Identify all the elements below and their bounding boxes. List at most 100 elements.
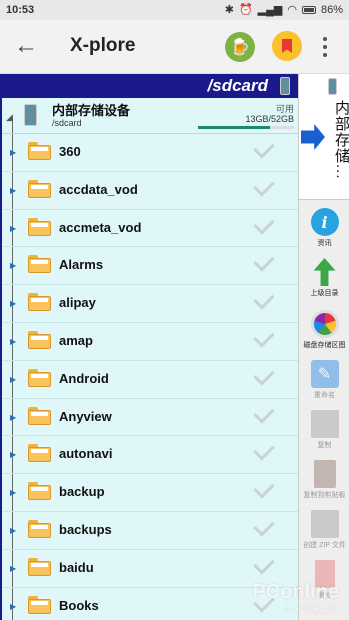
checkmark-icon[interactable] — [253, 326, 275, 348]
folder-name: Anyview — [59, 408, 112, 424]
expand-arrow-icon[interactable]: ▶ — [10, 564, 16, 573]
folder-name: autonavi — [59, 446, 113, 462]
folder-row[interactable]: ▶ Alarms — [2, 247, 298, 286]
rename-label: 重命名 — [314, 392, 335, 399]
tool-sidebar: 内部存储... i 资讯 上级目录 磁盘存储区图 ✎ 重命名 复制 复制到剪贴板… — [298, 74, 349, 620]
expand-arrow-icon[interactable]: ▶ — [10, 413, 16, 422]
folder-name: amap — [59, 332, 93, 348]
status-icons: ✱ ⏰ ▂▄▆ ◠ 86% — [224, 3, 343, 17]
folder-name: alipay — [59, 295, 96, 311]
folder-name: accmeta_vod — [59, 219, 142, 235]
folder-row[interactable]: ▶ accdata_vod — [2, 172, 298, 210]
expand-arrow-icon[interactable]: ▶ — [10, 488, 16, 497]
navigate-arrow-icon[interactable] — [301, 124, 325, 150]
back-arrow-icon[interactable]: ← — [14, 34, 38, 58]
current-path: /sdcard — [207, 76, 268, 95]
expand-arrow-icon[interactable]: ▶ — [10, 602, 16, 611]
checkmark-icon[interactable] — [253, 364, 275, 386]
collapse-icon[interactable]: ◢ — [6, 112, 13, 123]
checkmark-icon[interactable] — [253, 515, 275, 537]
app-title: X-plore — [70, 35, 136, 56]
disk-map-label: 磁盘存储区图 — [303, 342, 346, 349]
expand-arrow-icon[interactable]: ▶ — [10, 224, 16, 233]
status-bar: 10:53 ✱ ⏰ ▂▄▆ ◠ 86% — [0, 0, 349, 20]
storage-name: 内部存储设备 — [52, 103, 131, 118]
rename-button[interactable]: ✎ 重命名 — [299, 360, 349, 400]
volume-label: 内部存储... — [333, 100, 349, 180]
overflow-menu-icon[interactable] — [322, 37, 328, 57]
checkmark-icon[interactable] — [253, 401, 275, 424]
folder-row[interactable]: ▶ alipay — [2, 285, 298, 323]
alarm-icon: ⏰ — [238, 4, 253, 16]
info-button[interactable]: i 资讯 — [299, 208, 349, 248]
folder-row[interactable]: ▶ Android — [2, 361, 298, 399]
checkmark-icon[interactable] — [253, 288, 275, 310]
expand-arrow-icon[interactable]: ▶ — [10, 526, 16, 535]
zip-button[interactable]: 创建 ZIP 文件 — [299, 510, 349, 550]
checkmark-icon[interactable] — [253, 175, 275, 197]
parent-dir-button[interactable]: 上级目录 — [299, 258, 349, 298]
storage-path: /sdcard — [52, 118, 82, 128]
path-bar: /sdcard — [0, 74, 298, 98]
rename-icon: ✎ — [310, 360, 339, 388]
zip-label: 创建 ZIP 文件 — [303, 542, 346, 549]
storage-root-item[interactable]: ◢ 内部存储设备 /sdcard 可用 13GB/52GB — [2, 98, 298, 134]
folder-icon — [28, 293, 51, 312]
folder-icon — [28, 444, 51, 463]
folder-row[interactable]: ▶ accmeta_vod — [2, 210, 298, 248]
folder-row[interactable]: ▶ amap — [2, 323, 298, 361]
up-arrow-icon — [311, 258, 339, 286]
folder-icon — [28, 482, 51, 501]
checkmark-icon[interactable] — [253, 477, 275, 499]
folder-name: backup — [59, 484, 105, 500]
copy-label: 复制 — [317, 442, 332, 449]
folder-row[interactable]: ▶ backup — [2, 474, 298, 512]
expand-arrow-icon[interactable]: ▶ — [10, 186, 16, 195]
wifi-icon: ◠ — [287, 4, 297, 16]
folder-row[interactable]: ▶ Anyview — [2, 399, 298, 437]
folder-icon — [28, 217, 51, 236]
folder-icon — [28, 406, 51, 425]
checkmark-icon[interactable] — [253, 250, 275, 272]
folder-name: Android — [59, 370, 109, 386]
bluetooth-icon: ✱ — [224, 4, 234, 16]
beer-icon[interactable]: 🍺 — [225, 32, 255, 62]
expand-arrow-icon[interactable]: ▶ — [10, 337, 16, 346]
folder-name: Alarms — [59, 257, 104, 273]
parent-dir-label: 上级目录 — [310, 290, 339, 297]
device-icon — [280, 77, 290, 95]
info-label: 资讯 — [317, 240, 332, 247]
folder-icon — [28, 142, 51, 160]
folder-icon — [28, 368, 51, 387]
signal-icon: ▂▄▆ — [257, 4, 283, 16]
folder-icon — [28, 557, 51, 576]
expand-arrow-icon[interactable]: ▶ — [10, 375, 16, 384]
expand-arrow-icon[interactable]: ▶ — [10, 148, 16, 157]
folder-name: Books — [59, 597, 99, 613]
device-icon — [328, 78, 337, 95]
copy-button[interactable]: 复制 — [299, 410, 349, 450]
folder-list: ▶ 360 ▶ accdata_vod ▶ accmeta_vod ▶ Alarms ▶ alip… — [2, 134, 298, 620]
clipboard-icon — [313, 460, 336, 488]
file-panel: ◢ 内部存储设备 /sdcard 可用 13GB/52GB ▶ 360 ▶ accda… — [0, 98, 298, 620]
folder-row[interactable]: ▶ 360 — [2, 134, 298, 172]
app-bar: ← X-plore 🍺 — [0, 20, 349, 74]
folder-icon — [28, 330, 51, 349]
checkmark-icon[interactable] — [253, 212, 275, 235]
volume-tab[interactable]: 内部存储... — [299, 74, 349, 200]
clipboard-button[interactable]: 复制到剪贴板 — [299, 460, 349, 500]
info-icon: i — [310, 208, 339, 236]
checkmark-icon[interactable] — [253, 137, 275, 159]
expand-arrow-icon[interactable]: ▶ — [10, 299, 16, 308]
folder-row[interactable]: ▶ autonavi — [2, 436, 298, 475]
disk-map-button[interactable]: 磁盘存储区图 — [299, 310, 349, 350]
expand-arrow-icon[interactable]: ▶ — [10, 450, 16, 459]
expand-arrow-icon[interactable]: ▶ — [10, 261, 16, 270]
folder-icon — [28, 255, 51, 274]
checkmark-icon[interactable] — [253, 439, 275, 461]
bookmark-icon[interactable] — [272, 31, 302, 61]
folder-icon — [28, 519, 51, 538]
folder-row[interactable]: ▶ backups — [2, 512, 298, 550]
checkmark-icon[interactable] — [253, 553, 275, 575]
folder-icon — [28, 595, 51, 614]
